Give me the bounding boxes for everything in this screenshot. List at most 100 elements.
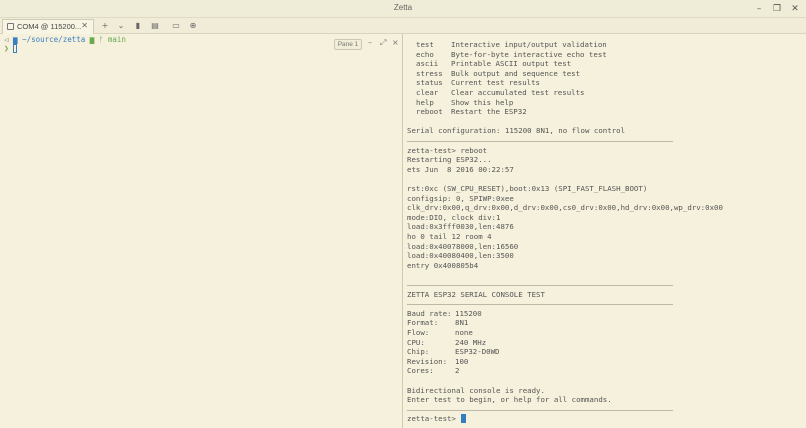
boot-line: clk_drv:0x00,q_drv:0x00,d_drv:0x00,cs0_d… (407, 203, 723, 213)
help-description: Bulk output and sequence test (451, 68, 581, 78)
help-row: status Current test results (407, 78, 803, 88)
boot-line: mode:DIO, clock div:1 (407, 212, 501, 222)
split-pane-icon[interactable]: ▭ (170, 20, 182, 32)
separator-line (407, 304, 673, 305)
shell-prompt: ◁ ▆ ~/source/zetta ▆ ᚠ main (4, 35, 126, 44)
help-description: Show this help (451, 97, 514, 107)
close-icon[interactable]: ✕ (788, 2, 802, 16)
info-key: Format: (407, 318, 439, 328)
tab-bar: COM4 @ 115200... ✕ + ⌄ ▮ ▤ ▭ ⊕ (0, 18, 806, 34)
help-command: echo (416, 49, 434, 59)
tab-com4[interactable]: COM4 @ 115200... ✕ (2, 19, 94, 34)
plug-icon[interactable]: ▮ (132, 20, 144, 32)
boot-line: configsip: 0, SPIWP:0xee (407, 193, 514, 203)
help-description: Byte-for-byte interactive echo test (451, 49, 607, 59)
globe-icon[interactable]: ⊕ (187, 20, 199, 32)
info-value: ESP32-D0WD (455, 347, 500, 357)
info-key: Revision: (407, 356, 448, 366)
info-value: 240 MHz (455, 337, 487, 347)
info-row: Baud rate: 115200 (407, 309, 803, 319)
new-tab-icon[interactable]: + (99, 20, 111, 32)
help-row: clear Clear accumulated test results (407, 88, 803, 98)
info-key: Chip: (407, 347, 430, 357)
info-key: Baud rate: (407, 308, 452, 318)
help-command: stress (416, 68, 443, 78)
info-key: Flow: (407, 328, 430, 337)
folder-icon: ▆ (13, 35, 18, 44)
help-command: help (416, 97, 434, 107)
help-row: help Show this help (407, 98, 803, 108)
help-command: reboot (416, 107, 443, 117)
help-row: stress Bulk output and sequence test (407, 69, 803, 79)
pane-divider[interactable] (402, 34, 403, 428)
chevron-down-icon[interactable]: ⌄ (115, 20, 127, 32)
boot-line: load:0x3fff0030,len:4876 (407, 222, 514, 232)
info-value: none (455, 328, 473, 337)
reboot-command: zetta-test> reboot (407, 145, 488, 155)
separator-line (407, 140, 673, 142)
ets-line: ets Jun 8 2016 00:22:57 (407, 164, 514, 174)
boot-line: entry 0x400805b4 (407, 260, 479, 270)
info-row: Cores: 2 (407, 366, 803, 376)
tab-label: COM4 @ 115200... (17, 22, 82, 31)
serial-port-icon (7, 23, 14, 30)
pane-header: ◁ ▆ ~/source/zetta ▆ ᚠ main Pane 1 – ⤢ × (0, 34, 402, 50)
info-value: 2 (455, 366, 460, 376)
info-row: Revision: 100 (407, 357, 803, 367)
serial-terminal-pane[interactable]: test Interactive input/output validation e… (407, 40, 803, 426)
serial-config: Serial configuration: 115200 8N1, no flo… (407, 126, 626, 136)
cursor (13, 44, 17, 53)
git-icon: ▆ (89, 35, 95, 44)
help-row: test Interactive input/output validation (407, 40, 803, 50)
window-title: Zetta (393, 3, 413, 12)
separator-line (407, 284, 673, 286)
minimize-pane-icon[interactable]: – (368, 38, 372, 47)
restarting-line: Restarting ESP32... (407, 155, 492, 165)
info-value: 115200 (455, 308, 482, 318)
help-command: test (416, 40, 434, 49)
left-terminal-pane[interactable]: ◁ ▆ ~/source/zetta ▆ ᚠ main Pane 1 – ⤢ ×… (0, 34, 402, 428)
info-value: 100 (455, 356, 469, 366)
title-bar: Zetta – ❐ ✕ (0, 0, 806, 18)
boot-line: load:0x40080400,len:3500 (407, 251, 514, 261)
git-branch: main (107, 35, 126, 44)
restore-icon[interactable]: ❐ (770, 2, 784, 16)
help-row: reboot Restart the ESP32 (407, 107, 803, 117)
help-row: ascii Printable ASCII output test (407, 59, 803, 69)
back-arrow-icon: ◁ (4, 35, 9, 44)
boot-line: rst:0xc (SW_CPU_RESET),boot:0x13 (SPI_FA… (407, 184, 648, 193)
console-prompt: zetta-test> (407, 414, 456, 424)
help-command: clear (416, 88, 439, 97)
help-description: Printable ASCII output test (451, 59, 572, 69)
help-description: Current test results (451, 78, 540, 88)
help-command: status (416, 78, 443, 88)
info-row: Flow: none (407, 328, 803, 338)
banner-title: ZETTA ESP32 SERIAL CONSOLE TEST (407, 289, 545, 299)
help-command: ascii (416, 59, 439, 69)
info-row: Chip: ESP32-D0WD (407, 347, 803, 357)
info-key: CPU: (407, 337, 425, 347)
help-description: Clear accumulated test results (451, 88, 585, 97)
cursor (461, 414, 466, 424)
boot-line: ho 0 tail 12 room 4 (407, 232, 492, 241)
ready-hint: Enter test to begin, or help for all com… (407, 395, 612, 405)
close-pane-icon[interactable]: × (392, 38, 399, 47)
branch-icon: ᚠ (98, 35, 104, 44)
info-row: Format: 8N1 (407, 318, 803, 328)
prompt-symbol: ❯ (4, 44, 9, 53)
info-row: CPU: 240 MHz (407, 338, 803, 348)
minimize-icon[interactable]: – (752, 2, 766, 16)
help-row: echo Byte-for-byte interactive echo test (407, 50, 803, 60)
tab-close-icon[interactable]: ✕ (81, 21, 88, 30)
info-value: 8N1 (455, 318, 469, 328)
separator-line (407, 409, 673, 411)
ready-message: Bidirectional console is ready. (407, 385, 545, 395)
info-key: Cores: (407, 366, 434, 376)
boot-line: load:0x40078000,len:16560 (407, 241, 519, 251)
help-description: Restart the ESP32 (451, 107, 527, 117)
help-description: Interactive input/output validation (451, 40, 607, 49)
archive-icon[interactable]: ▤ (149, 20, 161, 32)
pane-badge[interactable]: Pane 1 (334, 39, 362, 50)
working-directory: ~/source/zetta (22, 35, 86, 44)
maximize-pane-icon[interactable]: ⤢ (380, 38, 386, 48)
